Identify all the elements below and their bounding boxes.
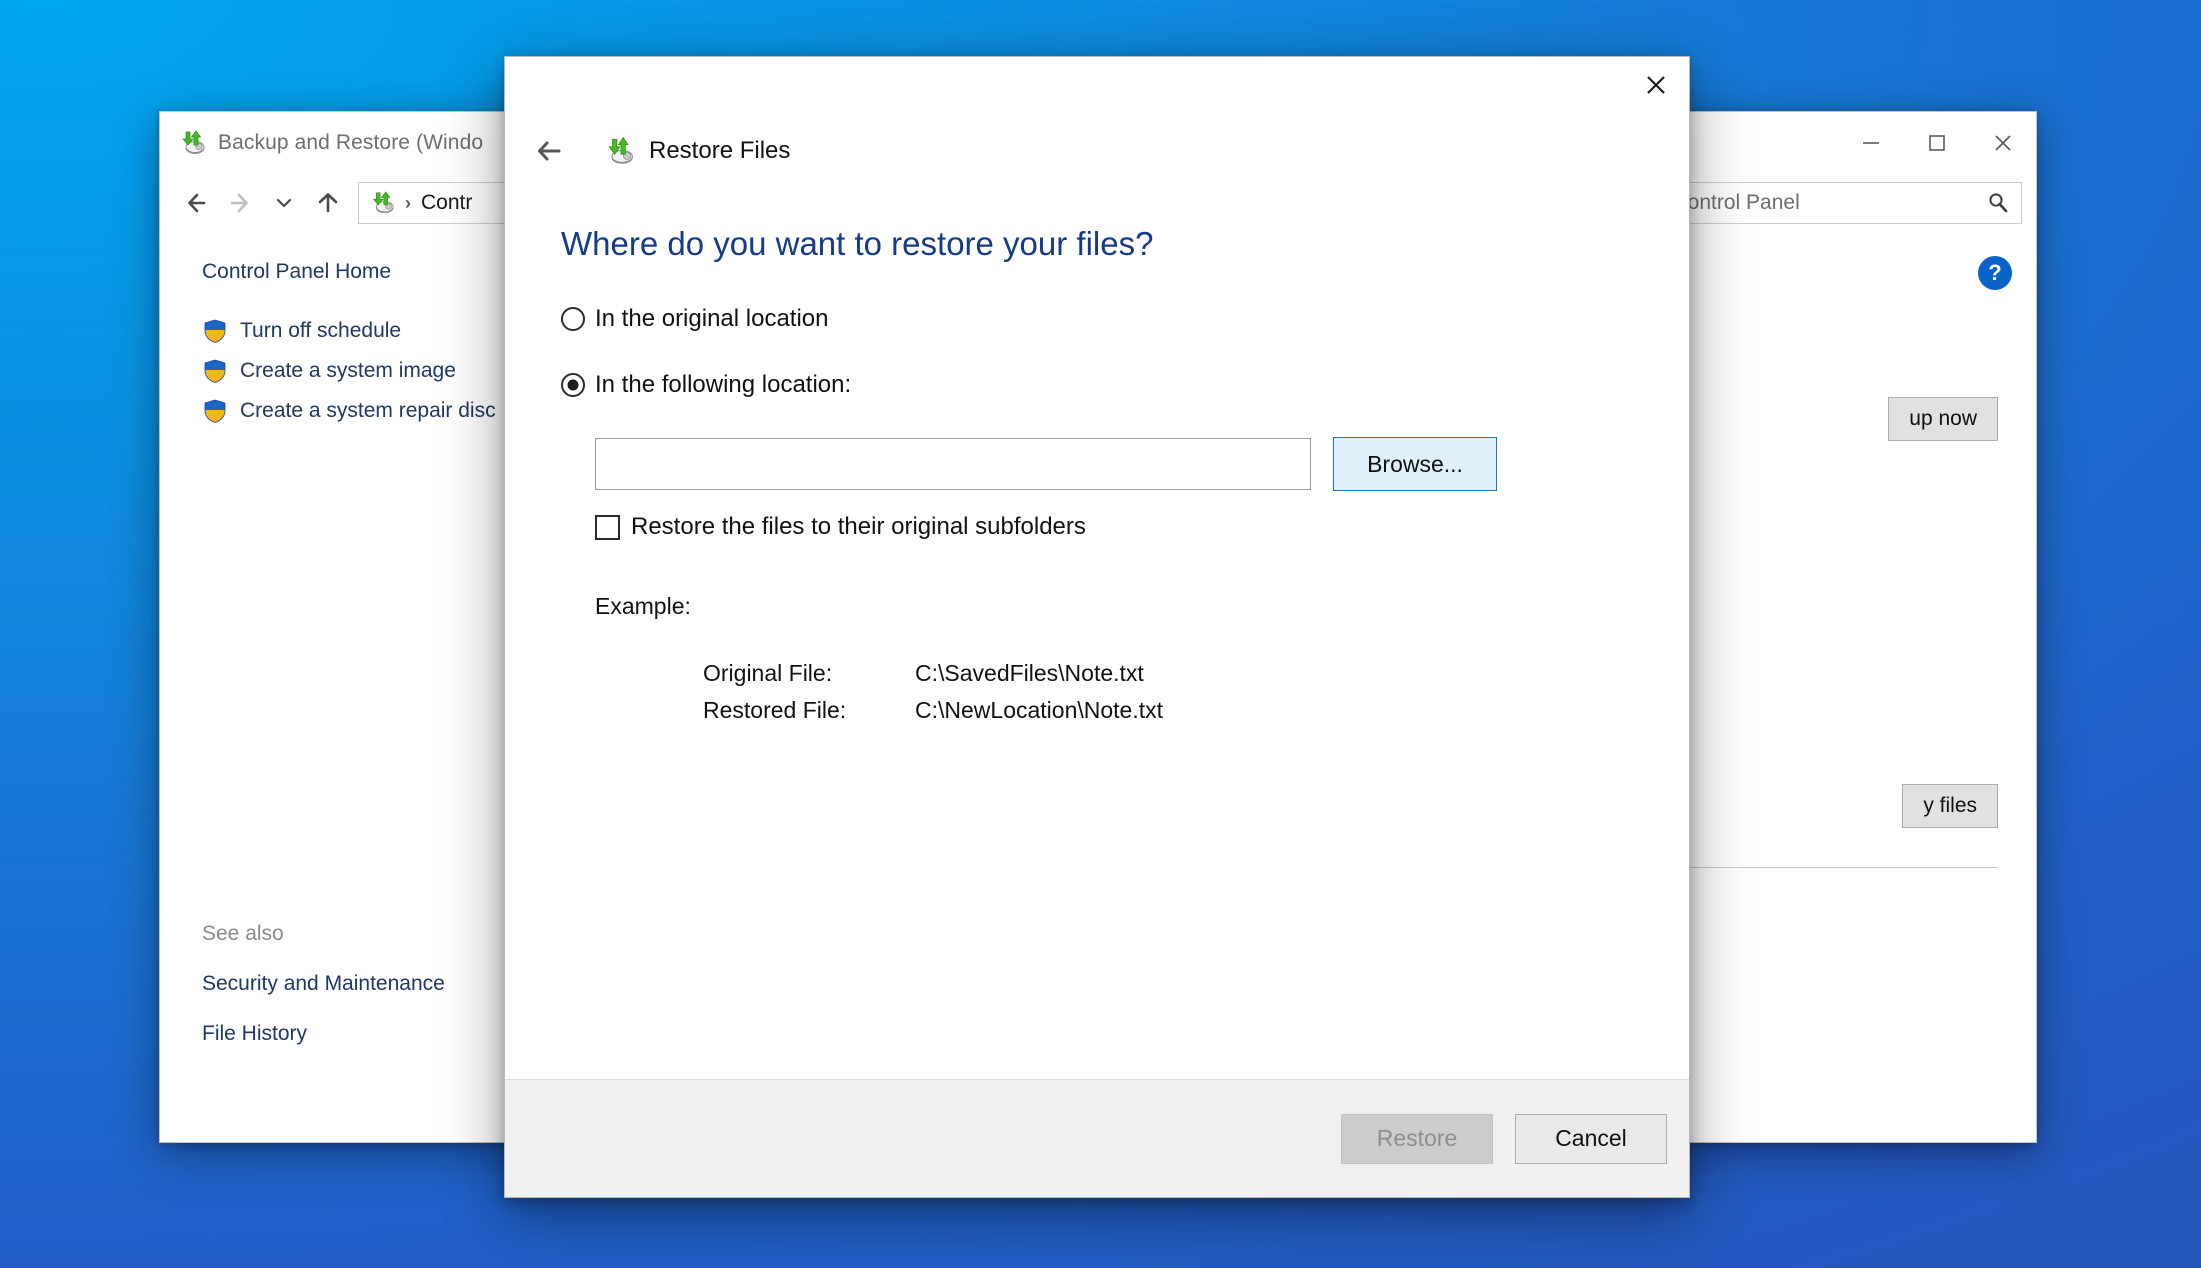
dialog-header: Restore Files: [505, 115, 1689, 187]
radio-button[interactable]: [561, 373, 585, 397]
maximize-icon: [1929, 135, 1945, 151]
radio-label: In the original location: [595, 305, 829, 332]
backup-restore-icon: [178, 129, 206, 157]
nav-up-button[interactable]: [306, 181, 350, 225]
backup-restore-icon: [605, 136, 635, 166]
dialog-body: Where do you want to restore your files?…: [505, 187, 1689, 1079]
sidebar-item-turn-off-schedule[interactable]: Turn off schedule: [202, 318, 486, 344]
close-button[interactable]: [1970, 112, 2036, 174]
close-icon: [1995, 135, 2011, 151]
radio-label: In the following location:: [595, 371, 852, 398]
window-controls: [1838, 112, 2036, 174]
sidebar-item-label: Turn off schedule: [240, 319, 402, 342]
search-input-value: h Control Panel: [1655, 191, 1800, 214]
restore-location-input[interactable]: [595, 438, 1311, 490]
sidebar-item-control-panel-home[interactable]: Control Panel Home: [202, 260, 486, 284]
sidebar-item-create-system-repair-disc[interactable]: Create a system repair disc: [202, 398, 496, 424]
sidebar-item-label: Create a system repair disc: [240, 399, 496, 422]
table-row: Restored File: C:\NewLocation\Note.txt: [703, 697, 1163, 734]
restore-my-files-button[interactable]: y files: [1902, 784, 1998, 828]
window-title: Backup and Restore (Windo: [218, 131, 484, 154]
back-up-now-button[interactable]: up now: [1888, 397, 1998, 441]
shield-icon: [202, 358, 228, 384]
nav-back-button[interactable]: [174, 181, 218, 225]
subfolders-checkbox[interactable]: [595, 514, 620, 540]
restore-files-row: y files: [1902, 784, 1998, 828]
cancel-button[interactable]: Cancel: [1515, 1113, 1667, 1164]
example-original-label: Original File:: [703, 660, 833, 686]
see-also-item-security-and-maintenance[interactable]: Security and Maintenance: [202, 972, 486, 996]
radio-option-following-location[interactable]: In the following location:: [561, 371, 1633, 399]
minimize-button[interactable]: [1838, 112, 1904, 174]
see-also-item-file-history[interactable]: File History: [202, 1022, 486, 1046]
nav-recent-locations-button[interactable]: [262, 181, 306, 225]
minimize-icon: [1863, 142, 1879, 144]
maximize-button[interactable]: [1904, 112, 1970, 174]
example-original-value: C:\SavedFiles\Note.txt: [915, 660, 1144, 686]
shield-icon: [202, 318, 228, 344]
backup-now-row: up now: [1888, 397, 1998, 441]
nav-forward-button[interactable]: [218, 181, 262, 225]
example-restored-value: C:\NewLocation\Note.txt: [915, 697, 1164, 723]
forward-arrow-icon: [230, 193, 248, 213]
up-arrow-icon: [318, 193, 338, 213]
backup-restore-icon: [369, 190, 395, 216]
path-row: Browse...: [595, 437, 1633, 491]
dialog-title: Restore Files: [649, 137, 791, 164]
browse-button[interactable]: Browse...: [1333, 437, 1497, 491]
radio-button[interactable]: [561, 307, 585, 331]
dialog-back-button[interactable]: [527, 125, 579, 177]
breadcrumb-separator: ›: [405, 192, 411, 213]
dialog-titlebar[interactable]: [505, 57, 1689, 115]
see-also-section: See also Security and Maintenance File H…: [202, 922, 486, 1142]
back-arrow-icon: [538, 141, 561, 161]
dialog-question: Where do you want to restore your files?: [561, 225, 1154, 262]
restore-files-dialog[interactable]: Restore Files Where do you want to resto…: [504, 56, 1690, 1198]
radio-option-original-location[interactable]: In the original location: [561, 305, 1633, 333]
dialog-close-button[interactable]: [1627, 59, 1685, 111]
close-icon: [1647, 76, 1665, 94]
restore-button[interactable]: Restore: [1341, 1113, 1493, 1164]
subfolders-checkbox-row[interactable]: Restore the files to their original subf…: [595, 513, 1633, 541]
search-input[interactable]: h Control Panel: [1640, 182, 2022, 224]
table-row: Original File: C:\SavedFiles\Note.txt: [703, 660, 1163, 697]
sidebar: Control Panel Home Turn off schedule Cre…: [160, 232, 496, 1142]
dialog-footer: Restore Cancel: [505, 1079, 1689, 1197]
example-heading: Example:: [595, 593, 691, 619]
breadcrumb: Contr: [421, 191, 473, 214]
subfolders-checkbox-label: Restore the files to their original subf…: [631, 513, 1086, 540]
help-button[interactable]: ?: [1978, 256, 2012, 290]
example-restored-label: Restored File:: [703, 697, 847, 723]
sidebar-item-create-system-image[interactable]: Create a system image: [202, 358, 486, 384]
see-also-heading: See also: [202, 922, 284, 945]
back-arrow-icon: [188, 193, 206, 213]
example-table: Original File: C:\SavedFiles\Note.txt Re…: [703, 660, 1163, 734]
shield-icon: [202, 398, 228, 424]
chevron-down-icon: [276, 198, 292, 208]
search-icon[interactable]: [1975, 190, 2021, 216]
sidebar-item-label: Create a system image: [240, 359, 456, 382]
